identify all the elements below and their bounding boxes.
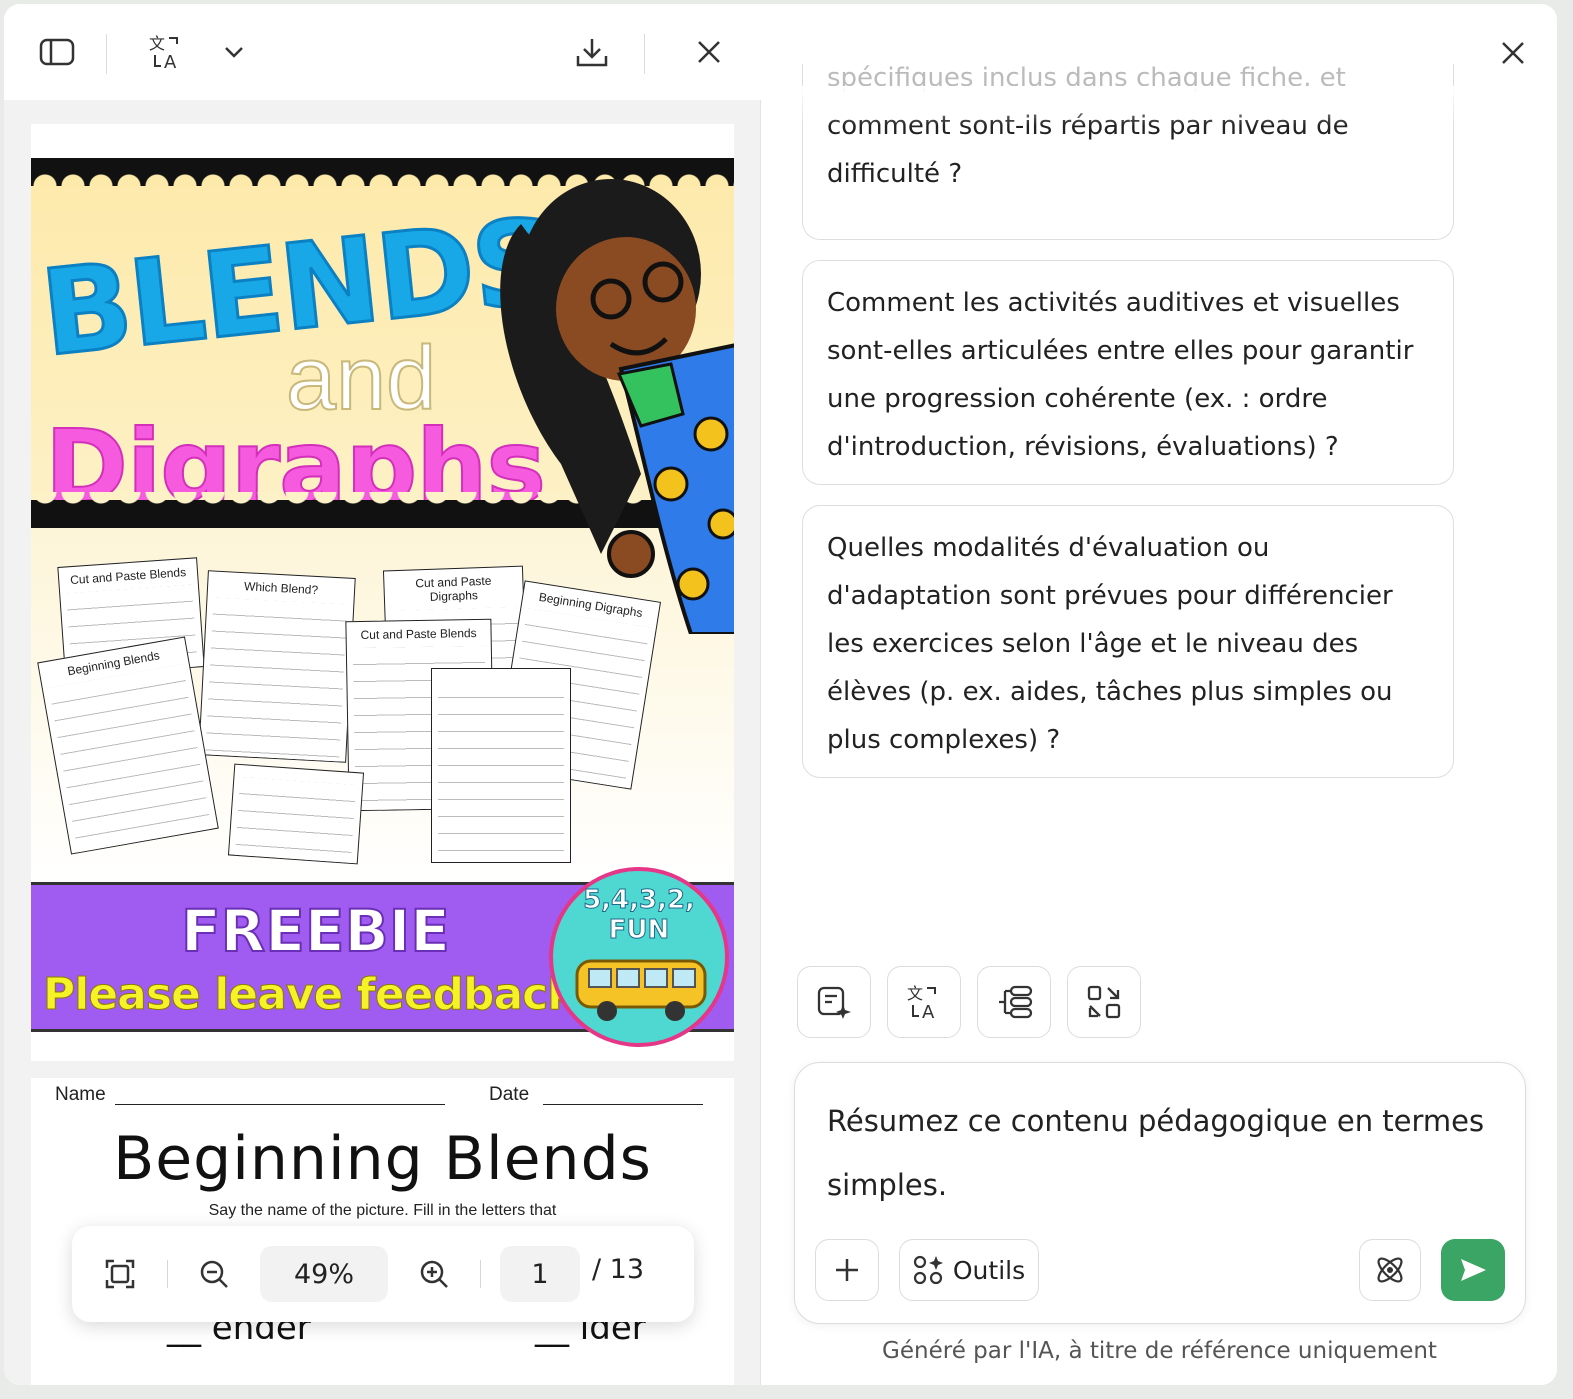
date-label: Date (489, 1084, 530, 1105)
tools-icon (913, 1255, 943, 1285)
fit-page-button[interactable] (98, 1252, 142, 1296)
suggested-question[interactable]: Quelles modalités d'évaluation ou d'adap… (802, 505, 1454, 778)
tools-label: Outils (952, 1255, 1026, 1285)
convert-icon (1087, 985, 1121, 1019)
document-page-1: BLENDS and Digraphs Cut and Paste Blends… (31, 124, 734, 1061)
viewer-toolbar: 文A (4, 4, 761, 100)
suggestion-text-faded: spécifiques inclus dans chaque fiche, et (827, 64, 1346, 93)
zoom-divider (167, 1260, 168, 1288)
sidebar-toggle-icon (39, 38, 75, 66)
zoom-out-button[interactable] (192, 1252, 236, 1296)
mind-map-icon (999, 985, 1033, 1019)
summarize-icon (817, 986, 851, 1019)
app-window: 文A BLENDS and Digraphs Cut and Paste Ble… (4, 4, 1557, 1385)
prompt-input[interactable]: Résumez ce contenu pédagogique en termes… (827, 1089, 1497, 1217)
suggestion-text: Quelles modalités d'évaluation ou d'adap… (827, 533, 1393, 755)
school-bus-icon (575, 959, 707, 1021)
close-assistant-button[interactable] (1490, 30, 1536, 76)
suggested-question[interactable]: Comment les activités auditives et visue… (802, 260, 1454, 485)
page-total: / 13 (592, 1254, 645, 1285)
zoom-in-icon (420, 1260, 448, 1288)
translate-button[interactable]: 文A (144, 30, 188, 74)
zoom-in-button[interactable] (412, 1252, 456, 1296)
worksheet-title: Beginning Blends (113, 1124, 652, 1194)
svg-text:文: 文 (907, 984, 923, 1003)
plus-icon (836, 1259, 858, 1281)
chat-composer[interactable]: Résumez ce contenu pédagogique en termes… (794, 1062, 1526, 1324)
document-viewer: 文A BLENDS and Digraphs Cut and Paste Ble… (4, 4, 761, 1385)
worksheet-preview (227, 763, 365, 865)
atom-icon (1377, 1257, 1403, 1283)
translate-action-button[interactable]: 文A (887, 966, 961, 1038)
close-viewer-button[interactable] (687, 30, 731, 74)
tools-button[interactable]: Outils (899, 1239, 1039, 1301)
zoom-divider (480, 1260, 481, 1288)
girl-illustration (500, 179, 734, 634)
translate-options-dropdown[interactable] (212, 30, 256, 74)
svg-text:A: A (922, 1002, 935, 1021)
download-icon (576, 39, 608, 67)
banner-freebie-text: FREEBIE (180, 896, 451, 966)
mind-map-button[interactable] (977, 966, 1051, 1038)
zoom-toolbar: 49% 1 / 13 (72, 1226, 694, 1322)
suggestion-text: comment sont-ils répartis par niveau de … (827, 111, 1349, 189)
model-mode-button[interactable] (1359, 1239, 1421, 1301)
attach-button[interactable] (815, 1239, 879, 1301)
brand-badge: 5,4,3,2, FUN (549, 867, 729, 1047)
worksheet-preview: Beginning Blends (37, 636, 219, 855)
name-label: Name (55, 1084, 106, 1105)
suggested-question[interactable]: spécifiques inclus dans chaque fiche, et… (802, 64, 1454, 240)
fit-page-icon (105, 1259, 135, 1289)
svg-text:A: A (164, 52, 177, 71)
close-icon (1502, 42, 1524, 64)
worksheet-preview: Which Blend? (198, 570, 356, 763)
zoom-out-icon (200, 1260, 228, 1288)
date-line (543, 1104, 703, 1105)
download-button[interactable] (570, 30, 614, 74)
svg-text:文: 文 (149, 34, 165, 53)
suggestion-text: Comment les activités auditives et visue… (827, 288, 1414, 462)
badge-text: 5,4,3,2, FUN (583, 885, 696, 946)
ai-assistant-panel: spécifiques inclus dans chaque fiche, et… (762, 4, 1557, 1385)
toolbar-divider (106, 34, 107, 74)
page-number-input[interactable]: 1 (500, 1246, 580, 1302)
convert-button[interactable] (1067, 966, 1141, 1038)
translate-icon: 文A (907, 984, 936, 1021)
name-line (115, 1104, 445, 1105)
ai-disclaimer: Généré par l'IA, à titre de référence un… (882, 1338, 1437, 1364)
worksheet-preview (431, 668, 571, 863)
summarize-button[interactable] (797, 966, 871, 1038)
send-icon (1461, 1259, 1486, 1281)
zoom-level[interactable]: 49% (260, 1246, 388, 1302)
freebie-banner: FREEBIE Please leave feedback 5,4,3,2, F… (31, 867, 734, 1047)
translate-icon: 文A (149, 34, 178, 71)
close-icon (698, 41, 720, 63)
chevron-down-icon (225, 47, 243, 58)
toolbar-divider (644, 34, 645, 74)
banner-feedback-text: Please leave feedback (43, 969, 578, 1021)
sidebar-toggle-button[interactable] (35, 30, 79, 74)
send-button[interactable] (1441, 1239, 1505, 1301)
worksheet-instructions: Say the name of the picture. Fill in the… (208, 1202, 557, 1219)
